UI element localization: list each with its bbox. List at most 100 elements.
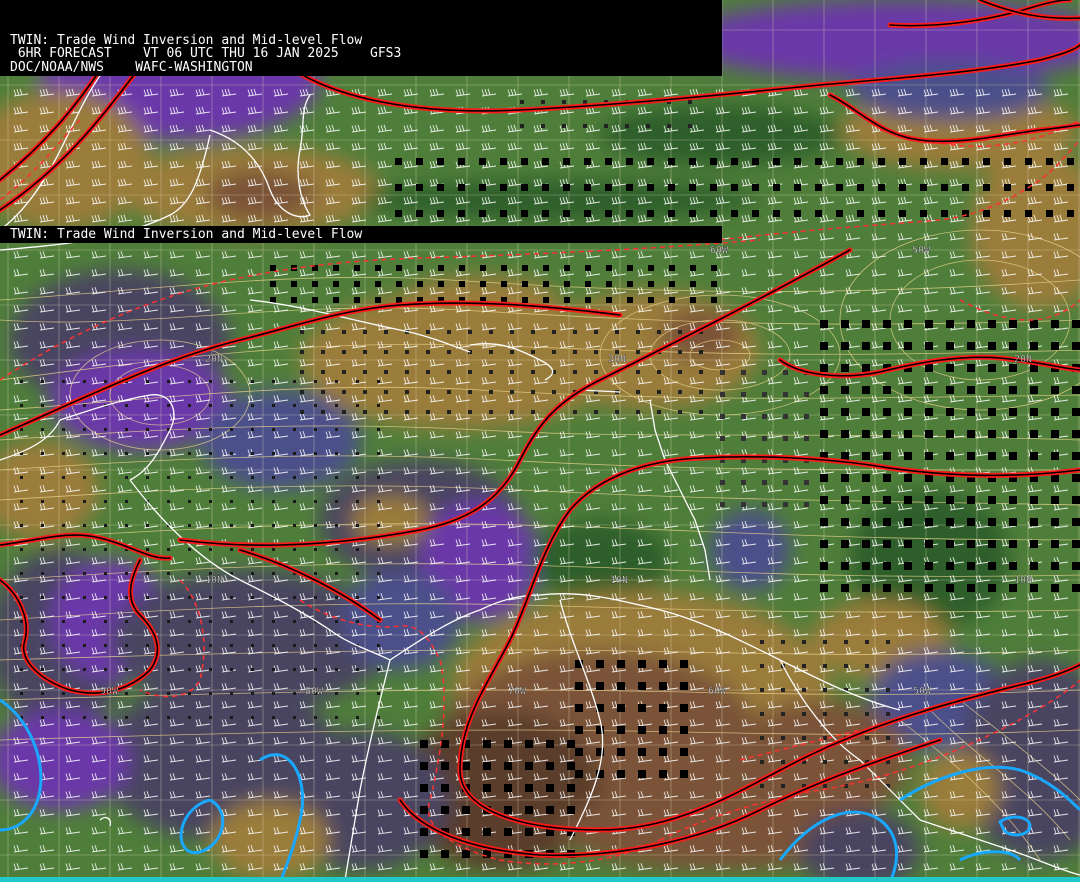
inversion-square — [720, 502, 725, 507]
inversion-square — [647, 184, 654, 191]
inversion-square — [335, 428, 338, 431]
inversion-square — [841, 364, 849, 372]
inversion-square — [500, 210, 507, 217]
inversion-square — [342, 350, 346, 354]
inversion-square — [438, 281, 444, 287]
inversion-square — [636, 410, 640, 414]
inversion-square — [62, 596, 65, 599]
interior-label-60w: 60W — [710, 245, 729, 256]
inversion-square — [251, 500, 254, 503]
inversion-square — [804, 436, 809, 441]
inversion-square — [354, 265, 360, 271]
lon-label-80w: 80W — [305, 686, 324, 697]
inversion-square — [293, 620, 296, 623]
inversion-square — [396, 297, 402, 303]
inversion-square — [426, 390, 430, 394]
inversion-square — [594, 370, 598, 374]
inversion-square — [552, 390, 556, 394]
inversion-square — [594, 410, 598, 414]
inversion-square — [659, 682, 667, 690]
inversion-square — [293, 500, 296, 503]
inversion-square — [342, 410, 346, 414]
inversion-square — [438, 265, 444, 271]
inversion-square — [20, 668, 23, 671]
inversion-square — [1051, 320, 1059, 328]
inversion-square — [293, 524, 296, 527]
inversion-square — [689, 184, 696, 191]
inversion-square — [920, 184, 927, 191]
lat-label-20n-center: 20N — [608, 354, 626, 365]
inversion-square — [741, 502, 746, 507]
inversion-square — [525, 806, 533, 814]
inversion-square — [862, 364, 870, 372]
inversion-square — [762, 502, 767, 507]
inversion-square — [575, 682, 583, 690]
inversion-square — [886, 664, 890, 668]
inversion-square — [384, 410, 388, 414]
inversion-square — [20, 380, 23, 383]
inversion-square — [925, 386, 933, 394]
inversion-square — [678, 410, 682, 414]
inversion-square — [314, 404, 317, 407]
inversion-square — [678, 370, 682, 374]
inversion-square — [335, 548, 338, 551]
inversion-square — [41, 572, 44, 575]
inversion-square — [188, 644, 191, 647]
inversion-square — [209, 644, 212, 647]
inversion-square — [230, 380, 233, 383]
inversion-square — [659, 748, 667, 756]
inversion-square — [668, 184, 675, 191]
inversion-square — [904, 386, 912, 394]
inversion-square — [690, 265, 696, 271]
inversion-square — [659, 726, 667, 734]
inversion-square — [125, 668, 128, 671]
inversion-square — [546, 762, 554, 770]
inversion-square — [209, 452, 212, 455]
inversion-square — [104, 428, 107, 431]
inversion-square — [272, 476, 275, 479]
inversion-square — [167, 620, 170, 623]
inversion-square — [396, 265, 402, 271]
inversion-square — [946, 540, 954, 548]
inversion-square — [489, 350, 493, 354]
inversion-square — [314, 572, 317, 575]
inversion-square — [20, 572, 23, 575]
inversion-square — [356, 620, 359, 623]
inversion-square — [104, 644, 107, 647]
inversion-square — [543, 281, 549, 287]
inversion-square — [405, 370, 409, 374]
inversion-square — [167, 404, 170, 407]
inversion-square — [648, 281, 654, 287]
inversion-square — [883, 386, 891, 394]
inversion-square — [314, 596, 317, 599]
inversion-square — [531, 410, 535, 414]
inversion-square — [230, 500, 233, 503]
inversion-square — [563, 210, 570, 217]
inversion-square — [627, 265, 633, 271]
inversion-square — [820, 386, 828, 394]
inversion-square — [521, 210, 528, 217]
inversion-square — [377, 452, 380, 455]
inversion-square — [209, 596, 212, 599]
inversion-square — [363, 350, 367, 354]
inversion-square — [1009, 408, 1017, 416]
inversion-square — [395, 158, 402, 165]
inversion-square — [542, 210, 549, 217]
inversion-square — [946, 496, 954, 504]
inversion-square — [209, 500, 212, 503]
inversion-square — [573, 350, 577, 354]
inversion-square — [836, 210, 843, 217]
inversion-square — [20, 548, 23, 551]
inversion-square — [356, 548, 359, 551]
inversion-square — [251, 524, 254, 527]
inversion-square — [862, 452, 870, 460]
inversion-square — [1030, 430, 1038, 438]
inversion-square — [146, 524, 149, 527]
inversion-square — [638, 660, 646, 668]
inversion-square — [648, 297, 654, 303]
inversion-square — [230, 404, 233, 407]
inversion-square — [720, 480, 725, 485]
inversion-square — [520, 100, 524, 104]
inversion-square — [1030, 320, 1038, 328]
inversion-square — [925, 540, 933, 548]
